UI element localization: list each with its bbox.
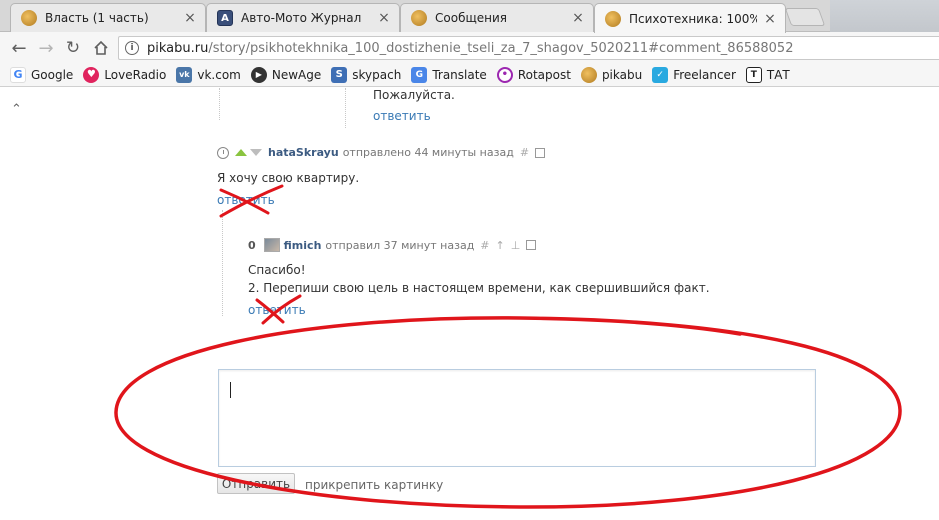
reload-icon[interactable]: ↻ [62, 37, 84, 59]
text-caret [230, 382, 231, 398]
comment-text: Пожалуйста. [373, 88, 455, 102]
tab-title: Психотехника: 100% дос [629, 11, 757, 26]
browser-window: Власть (1 часть) × A Авто-Мото Журнал × … [0, 0, 939, 520]
comment-author[interactable]: fimich [284, 239, 322, 252]
pikabu-favicon [605, 10, 621, 27]
reply-link[interactable]: ответить [373, 109, 431, 123]
parent-link-icon[interactable]: ↑ [496, 239, 505, 252]
tat-icon: T [745, 66, 762, 83]
tab-strip: Власть (1 часть) × A Авто-Мото Журнал × … [0, 0, 939, 33]
bookmark-label: Rotapost [517, 67, 571, 82]
play-icon: ▶ [250, 66, 267, 83]
permalink-hash[interactable]: # [480, 239, 489, 252]
reply-textarea[interactable] [218, 369, 816, 467]
bookmark-google[interactable]: G Google [10, 66, 74, 83]
comment-text: Я хочу свою квартиру. [217, 171, 360, 185]
browser-toolbar: ← → ↻ i pikabu.ru /story/psikhotekhnika_… [0, 32, 939, 63]
bookmark-freelancer[interactable]: ✓ Freelancer [652, 66, 736, 83]
bookmark-label: LoveRadio [104, 67, 167, 82]
automoto-favicon: A [217, 10, 233, 26]
heart-radio-icon: ♥ [83, 66, 100, 83]
comment-author[interactable]: hataSkrayu [268, 146, 339, 159]
url-path: /story/psikhotekhnika_100_dostizhenie_ts… [208, 40, 794, 56]
close-icon[interactable]: × [377, 10, 391, 26]
back-arrow-icon[interactable]: ← [8, 37, 30, 59]
clock-icon [217, 146, 229, 159]
tab-psychotechnics[interactable]: Психотехника: 100% дос × [594, 3, 786, 33]
bookmark-pikabu[interactable]: pikabu [580, 66, 643, 83]
reply-link[interactable]: ответить [248, 303, 306, 317]
s-icon: S [331, 66, 348, 83]
close-icon[interactable]: × [763, 11, 777, 27]
send-button[interactable]: Отправить [217, 473, 295, 494]
avatar[interactable] [263, 238, 280, 252]
pikabu-favicon [411, 10, 427, 26]
reply-link[interactable]: ответить [217, 193, 275, 207]
close-icon[interactable]: × [571, 10, 585, 26]
close-icon[interactable]: × [183, 10, 197, 26]
permalink-hash[interactable]: # [520, 146, 529, 159]
new-tab-button[interactable] [784, 8, 826, 26]
bird-icon: ✓ [652, 66, 669, 83]
bookmark-label: skypach [352, 67, 402, 82]
collapse-up-icon[interactable]: ⌃ [11, 102, 22, 117]
comment-time: отправлено 44 минуты назад [342, 146, 514, 159]
tab-messages[interactable]: Сообщения × [400, 3, 594, 32]
thread-line [219, 88, 220, 120]
bookmark-label: NewAge [271, 67, 322, 82]
bookmark-label: Translate [432, 67, 487, 82]
google-icon: G [10, 66, 26, 83]
thread-line [222, 210, 223, 316]
page-content: ⌃ Пожалуйста. ответить hataSkrayu отправ… [0, 88, 939, 520]
bookmark-vk[interactable]: vk vk.com [176, 66, 241, 83]
save-icon[interactable] [526, 240, 537, 250]
home-icon[interactable] [90, 37, 112, 59]
url-host: pikabu.ru [147, 40, 209, 56]
bookmark-label: Freelancer [673, 67, 736, 82]
bookmark-label: ТАТ [766, 67, 790, 82]
tab-title: Авто-Мото Журнал [241, 11, 362, 25]
bookmark-rotapost[interactable]: • Rotapost [496, 66, 571, 83]
comment-meta: hataSkrayu отправлено 44 минуты назад # [217, 146, 546, 159]
tab-automoto[interactable]: A Авто-Мото Журнал × [206, 3, 400, 32]
thread-line [345, 88, 346, 128]
bookmark-tat[interactable]: T ТАТ [745, 66, 790, 83]
bookmark-translate[interactable]: G Translate [411, 66, 487, 83]
bookmark-skypach[interactable]: S skypach [331, 66, 402, 83]
bookmarks-bar: G Google ♥ LoveRadio vk vk.com ▶ NewAge … [0, 63, 939, 87]
address-bar[interactable]: i pikabu.ru /story/psikhotekhnika_100_do… [118, 36, 939, 60]
bookmark-newage[interactable]: ▶ NewAge [250, 66, 322, 83]
bookmark-loveradio[interactable]: ♥ LoveRadio [83, 66, 167, 83]
titlebar-background [830, 0, 939, 32]
comment-text-line: Спасибо! [248, 263, 306, 277]
forward-arrow-icon[interactable]: → [35, 37, 57, 59]
comment-score: 0 [248, 238, 256, 252]
bookmark-label: pikabu [601, 67, 643, 82]
pikabu-icon [580, 66, 597, 83]
bookmark-label: Google [31, 67, 74, 82]
comment-time: отправил 37 минут назад [325, 238, 475, 252]
pikabu-favicon [21, 10, 37, 26]
branch-icon[interactable]: ⊥ [511, 239, 521, 252]
attach-image-link[interactable]: прикрепить картинку [305, 478, 443, 492]
tab-vlast[interactable]: Власть (1 часть) × [10, 3, 206, 32]
info-icon[interactable]: i [125, 41, 139, 55]
tab-title: Власть (1 часть) [45, 11, 149, 25]
save-icon[interactable] [535, 147, 546, 158]
comment-text-line: 2. Перепиши свою цель в настоящем времен… [248, 281, 710, 295]
upvote-icon[interactable] [235, 149, 247, 156]
vk-icon: vk [176, 66, 193, 83]
translate-icon: G [411, 66, 428, 83]
tab-title: Сообщения [435, 11, 508, 25]
downvote-icon[interactable] [250, 149, 262, 156]
bookmark-label: vk.com [197, 67, 241, 82]
comment-meta: 0 fimich отправил 37 минут назад # ↑ ⊥ [248, 238, 537, 252]
rotapost-icon: • [496, 66, 513, 83]
